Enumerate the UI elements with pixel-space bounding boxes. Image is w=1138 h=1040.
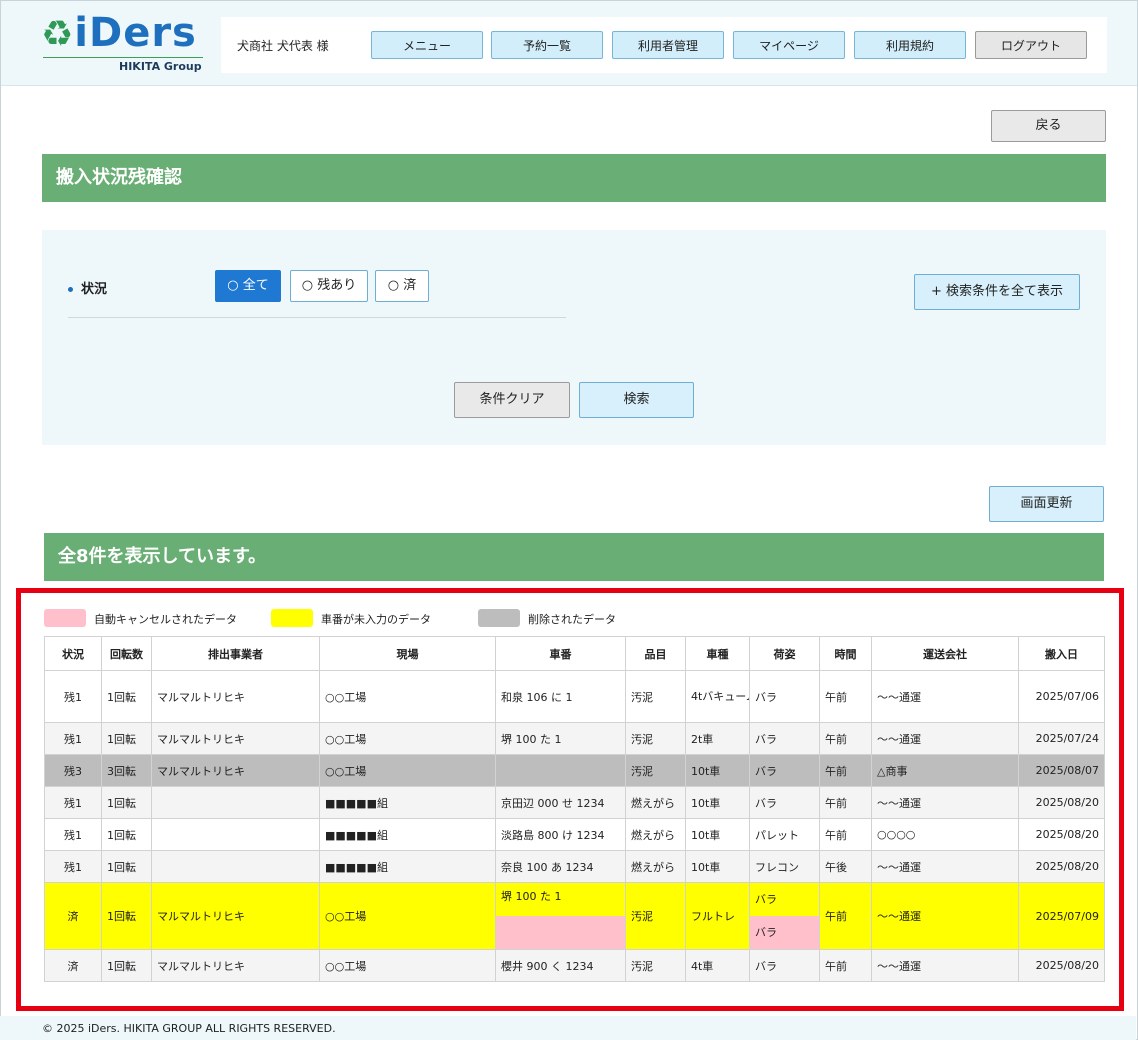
col-carrier[interactable]: 運送会社	[871, 636, 1019, 671]
page-title: 搬入状況残確認	[42, 154, 1106, 202]
bullet-icon	[68, 287, 73, 292]
logo-underline	[43, 57, 203, 58]
nav-user-management-button[interactable]: 利用者管理	[612, 31, 724, 59]
recycle-icon: ♻	[41, 14, 75, 55]
table-row[interactable]: 残1 1回転 ■■■■■組 奈良 100 あ 1234 燃えがら 10t車 フレ…	[44, 850, 1105, 883]
divider	[68, 317, 566, 318]
logo-wordmark: ♻iDers	[41, 10, 197, 56]
col-packing[interactable]: 荷姿	[749, 636, 820, 671]
legend-label: 削除されたデータ	[528, 613, 616, 626]
legend-label: 車番が未入力のデータ	[321, 613, 431, 626]
copyright: © 2025 iDers. HIKITA GROUP ALL RIGHTS RE…	[42, 1022, 336, 1035]
table-row[interactable]: 残1 1回転 ■■■■■組 京田辺 000 せ 1234 燃えがら 10t車 バ…	[44, 786, 1105, 819]
status-option-all[interactable]: ○ 全て	[215, 270, 281, 302]
logout-button[interactable]: ログアウト	[975, 31, 1087, 59]
packing-split-cell: バラ バラ	[749, 882, 820, 950]
col-item[interactable]: 品目	[625, 636, 686, 671]
col-vehicle[interactable]: 車種	[685, 636, 750, 671]
status-option-done[interactable]: ○ 済	[375, 270, 429, 302]
plate-split-cell: 堺 100 た 1	[495, 882, 626, 950]
footer: © 2025 iDers. HIKITA GROUP ALL RIGHTS RE…	[0, 1016, 1136, 1040]
col-discharger[interactable]: 排出事業者	[151, 636, 320, 671]
legend-swatch-pink	[44, 609, 86, 627]
refresh-button[interactable]: 画面更新	[989, 486, 1104, 522]
legend-label: 自動キャンセルされたデータ	[94, 613, 237, 626]
col-date[interactable]: 搬入日	[1018, 636, 1105, 671]
nav-terms-button[interactable]: 利用規約	[854, 31, 966, 59]
table-row-missing-plate[interactable]: 済 1回転 マルマルトリヒキ ○○工場 堺 100 た 1 汚泥 フルトレ バラ…	[44, 882, 1105, 950]
col-site[interactable]: 現場	[319, 636, 496, 671]
legend-no-plate: 車番が未入力のデータ	[271, 608, 471, 630]
status-option-remaining[interactable]: ○ 残あり	[290, 270, 368, 302]
col-plate[interactable]: 車番	[495, 636, 626, 671]
legend-swatch-gray	[478, 609, 520, 627]
nav-bar: 犬商社 犬代表 様 メニュー 予約一覧 利用者管理 マイページ 利用規約 ログア…	[221, 17, 1107, 73]
legend-deleted: 削除されたデータ	[478, 608, 678, 630]
status-label: 状況	[68, 278, 107, 297]
table-row[interactable]: 残1 1回転 ■■■■■組 淡路島 800 け 1234 燃えがら 10t車 パ…	[44, 818, 1105, 851]
legend-auto-cancelled: 自動キャンセルされたデータ	[44, 608, 264, 630]
user-name: 犬商社 犬代表 様	[237, 39, 329, 53]
nav-menu-button[interactable]: メニュー	[371, 31, 483, 59]
nav-mypage-button[interactable]: マイページ	[733, 31, 845, 59]
result-count-title: 全8件を表示しています。	[44, 533, 1104, 581]
logo: ♻iDers HIKITA Group	[41, 11, 207, 75]
nav-reservation-list-button[interactable]: 予約一覧	[491, 31, 603, 59]
show-all-conditions-button[interactable]: + 検索条件を全て表示	[914, 274, 1080, 310]
col-time[interactable]: 時間	[819, 636, 872, 671]
table-row[interactable]: 済 1回転 マルマルトリヒキ ○○工場 櫻井 900 く 1234 汚泥 4t車…	[44, 949, 1105, 982]
table-row-deleted[interactable]: 残3 3回転 マルマルトリヒキ ○○工場 汚泥 10t車 バラ 午前 △商事 2…	[44, 754, 1105, 787]
auto-cancelled-sub-cell	[496, 916, 625, 949]
legend-swatch-yellow	[271, 609, 313, 627]
clear-conditions-button[interactable]: 条件クリア	[454, 382, 570, 418]
col-rotations[interactable]: 回転数	[101, 636, 152, 671]
back-button[interactable]: 戻る	[991, 110, 1106, 142]
auto-cancelled-sub-cell: バラ	[750, 916, 819, 949]
search-panel: 状況 ○ 全て ○ 残あり ○ 済 + 検索条件を全て表示 条件クリア 検索	[42, 230, 1106, 445]
search-button[interactable]: 検索	[579, 382, 694, 418]
logo-subtitle: HIKITA Group	[119, 60, 202, 73]
header: ♻iDers HIKITA Group 犬商社 犬代表 様 メニュー 予約一覧 …	[1, 1, 1137, 86]
table-header-row: 状況 回転数 排出事業者 現場 車番 品目 車種 荷姿 時間 運送会社 搬入日	[44, 636, 1105, 671]
results-table: 状況 回転数 排出事業者 現場 車番 品目 車種 荷姿 時間 運送会社 搬入日 …	[44, 636, 1105, 982]
table-row[interactable]: 残1 1回転 マルマルトリヒキ ○○工場 堺 100 た 1 汚泥 2t車 バラ…	[44, 722, 1105, 755]
col-status[interactable]: 状況	[44, 636, 102, 671]
table-row[interactable]: 残1 1回転 マルマルトリヒキ ○○工場 和泉 106 に 1 汚泥 4tバキュ…	[44, 670, 1105, 723]
